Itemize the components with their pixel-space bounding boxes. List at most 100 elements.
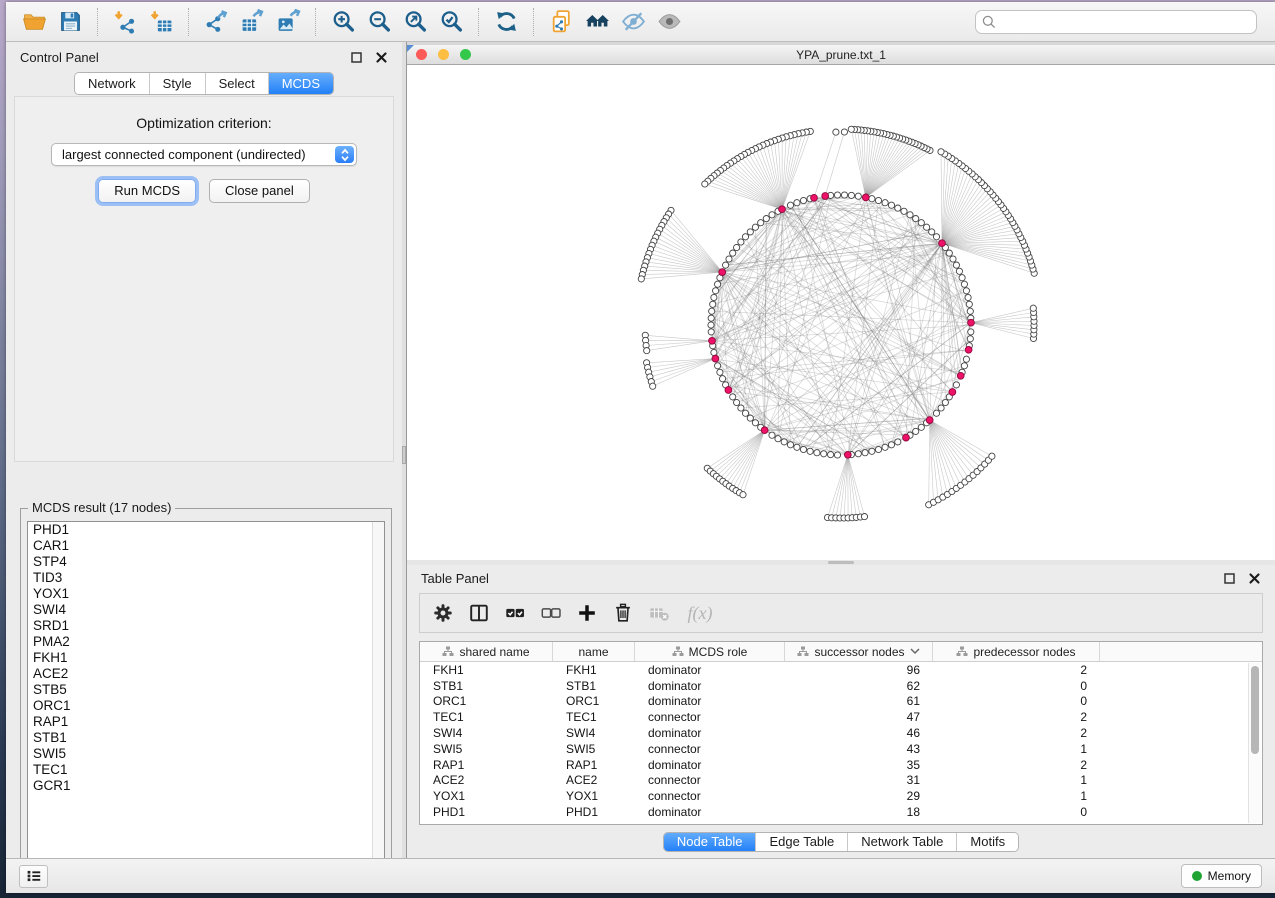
zoom-out-button[interactable] — [361, 6, 397, 38]
search-icon — [982, 15, 996, 29]
mcds-result-item[interactable]: YOX1 — [28, 586, 384, 602]
mcds-result-item[interactable]: GCR1 — [28, 778, 384, 794]
add-row-button[interactable] — [572, 598, 602, 628]
criterion-select[interactable]: largest connected component (undirected) — [51, 143, 357, 166]
run-mcds-button[interactable]: Run MCDS — [98, 179, 196, 203]
mcds-result-item[interactable]: TEC1 — [28, 762, 384, 778]
mcds-result-item[interactable]: FKH1 — [28, 650, 384, 666]
table-cell: SWI5 — [420, 742, 553, 756]
tab-motifs[interactable]: Motifs — [956, 832, 1018, 851]
column-header-name[interactable]: name — [553, 642, 635, 661]
column-header-predecessor-nodes[interactable]: predecessor nodes — [933, 642, 1100, 661]
table-cell: STB1 — [420, 679, 553, 693]
network-canvas[interactable] — [407, 65, 1275, 560]
select-all-rows-button[interactable] — [500, 598, 530, 628]
mcds-result-item[interactable]: STB5 — [28, 682, 384, 698]
function-builder-button[interactable]: f(x) — [680, 598, 720, 628]
table-cell: dominator — [635, 679, 785, 693]
mcds-result-item[interactable]: RAP1 — [28, 714, 384, 730]
zoom-selected-button[interactable] — [433, 6, 469, 38]
control-panel-title: Control Panel — [20, 50, 99, 65]
table-cell: RAP1 — [420, 758, 553, 772]
table-scrollbar[interactable] — [1248, 663, 1261, 823]
table-row[interactable]: YOX1YOX1connector291 — [420, 788, 1262, 804]
control-panel-header: Control Panel — [6, 42, 402, 72]
scrollbar-thumb[interactable] — [1251, 666, 1259, 754]
tab-node-table[interactable]: Node Table — [664, 832, 756, 851]
table-cell: 46 — [785, 726, 933, 740]
mcds-list-scrollbar[interactable] — [372, 522, 384, 858]
table-row[interactable]: FKH1FKH1dominator962 — [420, 662, 1262, 678]
mcds-result-item[interactable]: STB1 — [28, 730, 384, 746]
table-panel-header: Table Panel — [407, 565, 1275, 591]
tab-network-table[interactable]: Network Table — [847, 832, 956, 851]
export-image-button[interactable] — [270, 6, 306, 38]
show-columns-button[interactable] — [464, 598, 494, 628]
memory-button[interactable]: Memory — [1181, 864, 1262, 888]
table-cell: PHD1 — [420, 805, 553, 819]
close-panel-icon[interactable] — [374, 50, 388, 64]
search-input[interactable] — [975, 10, 1257, 34]
table-cell: connector — [635, 742, 785, 756]
hide-selected-button[interactable] — [615, 6, 651, 38]
delete-row-button[interactable] — [608, 598, 638, 628]
mcds-result-item[interactable]: CAR1 — [28, 538, 384, 554]
network-graph[interactable] — [407, 65, 1275, 560]
tab-style[interactable]: Style — [149, 73, 205, 94]
memory-status-icon — [1192, 871, 1202, 881]
float-panel-icon[interactable] — [1222, 571, 1236, 585]
tab-select[interactable]: Select — [205, 73, 268, 94]
table-row[interactable]: TEC1TEC1connector472 — [420, 709, 1262, 725]
table-row[interactable]: ACE2ACE2connector311 — [420, 773, 1262, 789]
zoom-fit-button[interactable] — [397, 6, 433, 38]
splitter-handle[interactable] — [828, 561, 854, 564]
mcds-result-item[interactable]: PMA2 — [28, 634, 384, 650]
tab-network[interactable]: Network — [75, 73, 149, 94]
main-toolbar — [6, 2, 1275, 42]
table-row[interactable]: STB1STB1dominator620 — [420, 678, 1262, 694]
refresh-layout-button[interactable] — [488, 6, 524, 38]
mcds-result-item[interactable]: SRD1 — [28, 618, 384, 634]
table-row[interactable]: RAP1RAP1dominator352 — [420, 757, 1262, 773]
close-panel-icon[interactable] — [1247, 571, 1261, 585]
network-titlebar[interactable]: YPA_prune.txt_1 — [407, 45, 1275, 65]
open-file-button[interactable] — [16, 6, 52, 38]
close-panel-button[interactable]: Close panel — [209, 179, 310, 203]
import-network-button[interactable] — [107, 6, 143, 38]
table-row[interactable]: ORC1ORC1dominator610 — [420, 694, 1262, 710]
mcds-result-item[interactable]: ORC1 — [28, 698, 384, 714]
import-table-button[interactable] — [143, 6, 179, 38]
table-cell: 2 — [933, 663, 1100, 677]
cytoscape-window: Control Panel NetworkStyleSelectMCDS Opt… — [6, 2, 1275, 893]
task-history-button[interactable] — [19, 865, 48, 888]
table-row[interactable]: SWI4SWI4dominator462 — [420, 725, 1262, 741]
column-header-mcds-role[interactable]: MCDS role — [635, 642, 785, 661]
mcds-result-item[interactable]: PHD1 — [28, 522, 384, 538]
float-panel-icon[interactable] — [349, 50, 363, 64]
delete-table-button[interactable] — [644, 598, 674, 628]
mcds-result-item[interactable]: STP4 — [28, 554, 384, 570]
zoom-in-button[interactable] — [325, 6, 361, 38]
mcds-result-item[interactable]: TID3 — [28, 570, 384, 586]
save-session-button[interactable] — [52, 6, 88, 38]
splitter-handle[interactable] — [402, 446, 406, 464]
mcds-result-item[interactable]: SWI4 — [28, 602, 384, 618]
copy-network-button[interactable] — [543, 6, 579, 38]
tab-edge-table[interactable]: Edge Table — [755, 832, 847, 851]
column-header-shared-name[interactable]: shared name — [420, 642, 553, 661]
mcds-result-item[interactable]: SWI5 — [28, 746, 384, 762]
first-neighbors-button[interactable] — [579, 6, 615, 38]
tab-mcds[interactable]: MCDS — [268, 73, 333, 94]
table-row[interactable]: SWI5SWI5connector431 — [420, 741, 1262, 757]
table-cell: 0 — [933, 805, 1100, 819]
table-cell: dominator — [635, 805, 785, 819]
show-all-button[interactable] — [651, 6, 687, 38]
toolbar-separator — [533, 8, 534, 36]
table-settings-button[interactable] — [428, 598, 458, 628]
column-header-successor-nodes[interactable]: successor nodes — [785, 642, 933, 661]
export-network-button[interactable] — [198, 6, 234, 38]
table-row[interactable]: PHD1PHD1dominator180 — [420, 804, 1262, 820]
export-table-button[interactable] — [234, 6, 270, 38]
deselect-all-rows-button[interactable] — [536, 598, 566, 628]
mcds-result-item[interactable]: ACE2 — [28, 666, 384, 682]
